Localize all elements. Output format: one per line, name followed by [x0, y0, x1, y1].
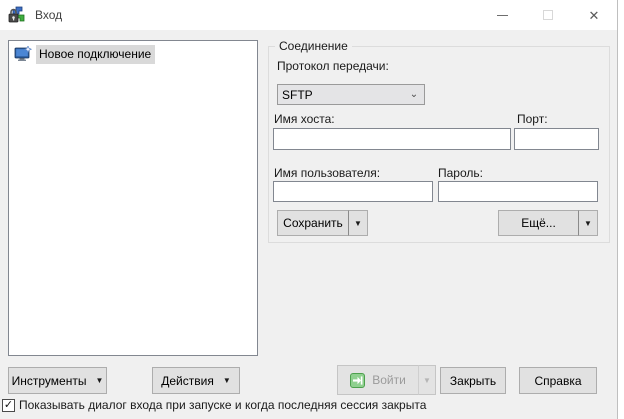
show-login-dialog-checkbox[interactable]: ✓: [2, 398, 15, 412]
login-button[interactable]: Войти: [337, 365, 418, 395]
more-dropdown-button[interactable]: ▼: [578, 210, 598, 236]
titlebar: Вход ✕: [0, 0, 617, 30]
winscp-logo-icon: [8, 6, 25, 23]
save-split-button: Сохранить ▼: [277, 210, 368, 236]
save-button-label: Сохранить: [283, 216, 343, 230]
protocol-select[interactable]: SFTP ⌄: [277, 84, 425, 105]
actions-button-label: Действия: [161, 373, 214, 388]
maximize-icon: [543, 10, 553, 20]
maximize-button: [525, 0, 571, 30]
dropdown-arrow-icon: ▼: [95, 376, 104, 385]
login-split-button: Войти ▼: [337, 365, 436, 395]
login-icon: [350, 372, 366, 388]
show-login-dialog-label: Показывать диалог входа при запуске и ко…: [19, 398, 427, 412]
more-button-label: Ещё...: [521, 216, 556, 230]
port-input[interactable]: [515, 129, 624, 149]
chevron-down-icon: ⌄: [409, 89, 419, 100]
new-connection-icon: [14, 46, 32, 61]
dropdown-arrow-icon: ▼: [423, 375, 431, 385]
login-dialog: Вход ✕ Новое подключение Соединение Прот…: [0, 0, 624, 419]
port-stepper: ▲ ▼: [514, 128, 624, 150]
port-label: Порт:: [517, 112, 548, 126]
password-input[interactable]: [438, 181, 598, 202]
checkmark-icon: ✓: [3, 398, 14, 411]
window-title: Вход: [35, 8, 63, 22]
dropdown-arrow-icon: ▼: [222, 376, 231, 385]
connection-groupbox: Соединение Протокол передачи: SFTP ⌄ Имя…: [268, 39, 624, 243]
close-button[interactable]: ✕: [571, 0, 617, 30]
password-label: Пароль:: [438, 166, 483, 180]
close-button-label: Закрыть: [449, 373, 497, 388]
host-label: Имя хоста:: [274, 112, 335, 126]
more-button[interactable]: Ещё...: [498, 210, 578, 236]
save-dropdown-button[interactable]: ▼: [348, 210, 368, 236]
login-button-label: Войти: [372, 373, 406, 387]
minimize-icon: [496, 14, 508, 16]
help-button[interactable]: Справка: [519, 367, 597, 394]
more-split-button: Ещё... ▼: [498, 210, 598, 236]
host-input[interactable]: [273, 128, 511, 150]
dropdown-arrow-icon: ▼: [354, 218, 362, 228]
session-list[interactable]: Новое подключение: [8, 40, 258, 356]
dropdown-arrow-icon: ▼: [584, 218, 592, 228]
tools-menu-button[interactable]: Инструменты ▼: [8, 367, 107, 394]
groupbox-title: Соединение: [275, 39, 352, 53]
minimize-button[interactable]: [479, 0, 525, 30]
tools-button-label: Инструменты: [11, 373, 87, 388]
close-icon: ✕: [588, 7, 600, 23]
protocol-value: SFTP: [282, 87, 313, 102]
show-login-dialog-option: ✓ Показывать диалог входа при запуске и …: [2, 398, 426, 412]
list-item-label: Новое подключение: [36, 44, 156, 64]
username-label: Имя пользователя:: [274, 166, 381, 180]
save-button[interactable]: Сохранить: [277, 210, 348, 236]
protocol-label: Протокол передачи:: [277, 59, 389, 73]
help-button-label: Справка: [534, 373, 582, 388]
actions-menu-button[interactable]: Действия ▼: [152, 367, 240, 394]
close-dialog-button[interactable]: Закрыть: [440, 367, 506, 394]
list-item-new-connection[interactable]: Новое подключение: [11, 44, 255, 64]
login-dropdown-button: ▼: [418, 365, 436, 395]
username-input[interactable]: [273, 181, 433, 202]
